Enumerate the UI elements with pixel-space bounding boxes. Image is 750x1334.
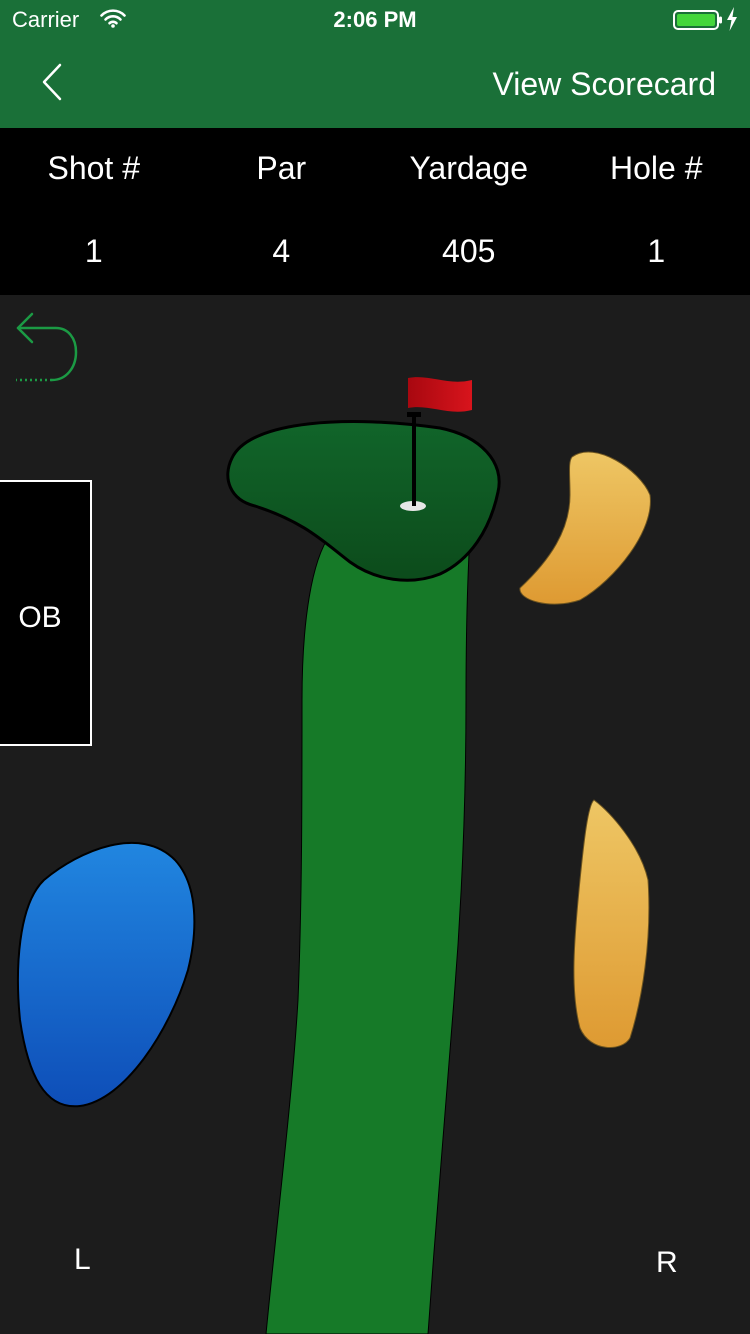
water-hazard[interactable] bbox=[17, 842, 196, 1108]
status-time: 2:06 PM bbox=[333, 7, 417, 32]
right-side-label: R bbox=[656, 1246, 678, 1279]
yardage-header: Yardage bbox=[409, 150, 529, 186]
out-of-bounds-zone[interactable]: OB bbox=[0, 480, 92, 746]
shot-header: Shot # bbox=[47, 150, 140, 186]
left-side-label: L bbox=[74, 1243, 91, 1276]
bunker-top[interactable] bbox=[519, 451, 651, 605]
shot-value: 1 bbox=[84, 233, 103, 269]
flag-icon bbox=[408, 377, 472, 412]
par-header: Par bbox=[256, 150, 307, 186]
yardage-value: 405 bbox=[442, 233, 496, 269]
bunker-bottom[interactable] bbox=[573, 799, 650, 1048]
hole-header: Hole # bbox=[610, 150, 703, 186]
navigation-bar: Carrier 2:06 PM View Scorecard bbox=[0, 0, 750, 128]
battery-icon bbox=[673, 10, 722, 30]
par-value: 4 bbox=[272, 233, 291, 269]
flag-pole bbox=[412, 412, 416, 506]
view-scorecard-button[interactable]: View Scorecard bbox=[492, 66, 716, 103]
ob-label: OB bbox=[18, 601, 62, 634]
back-chevron-icon[interactable] bbox=[36, 60, 76, 106]
undo-arrow-icon[interactable] bbox=[12, 308, 84, 388]
hole-info-panel: Shot # Par Yardage Hole # 1 4 405 1 bbox=[0, 128, 750, 295]
charging-icon bbox=[727, 7, 737, 31]
fairway bbox=[265, 534, 471, 1334]
hole-value: 1 bbox=[647, 233, 666, 269]
flag-pole-cap bbox=[407, 412, 421, 417]
status-bar: Carrier 2:06 PM bbox=[0, 0, 750, 40]
hole-map[interactable] bbox=[0, 295, 750, 1334]
putting-green bbox=[226, 420, 501, 582]
